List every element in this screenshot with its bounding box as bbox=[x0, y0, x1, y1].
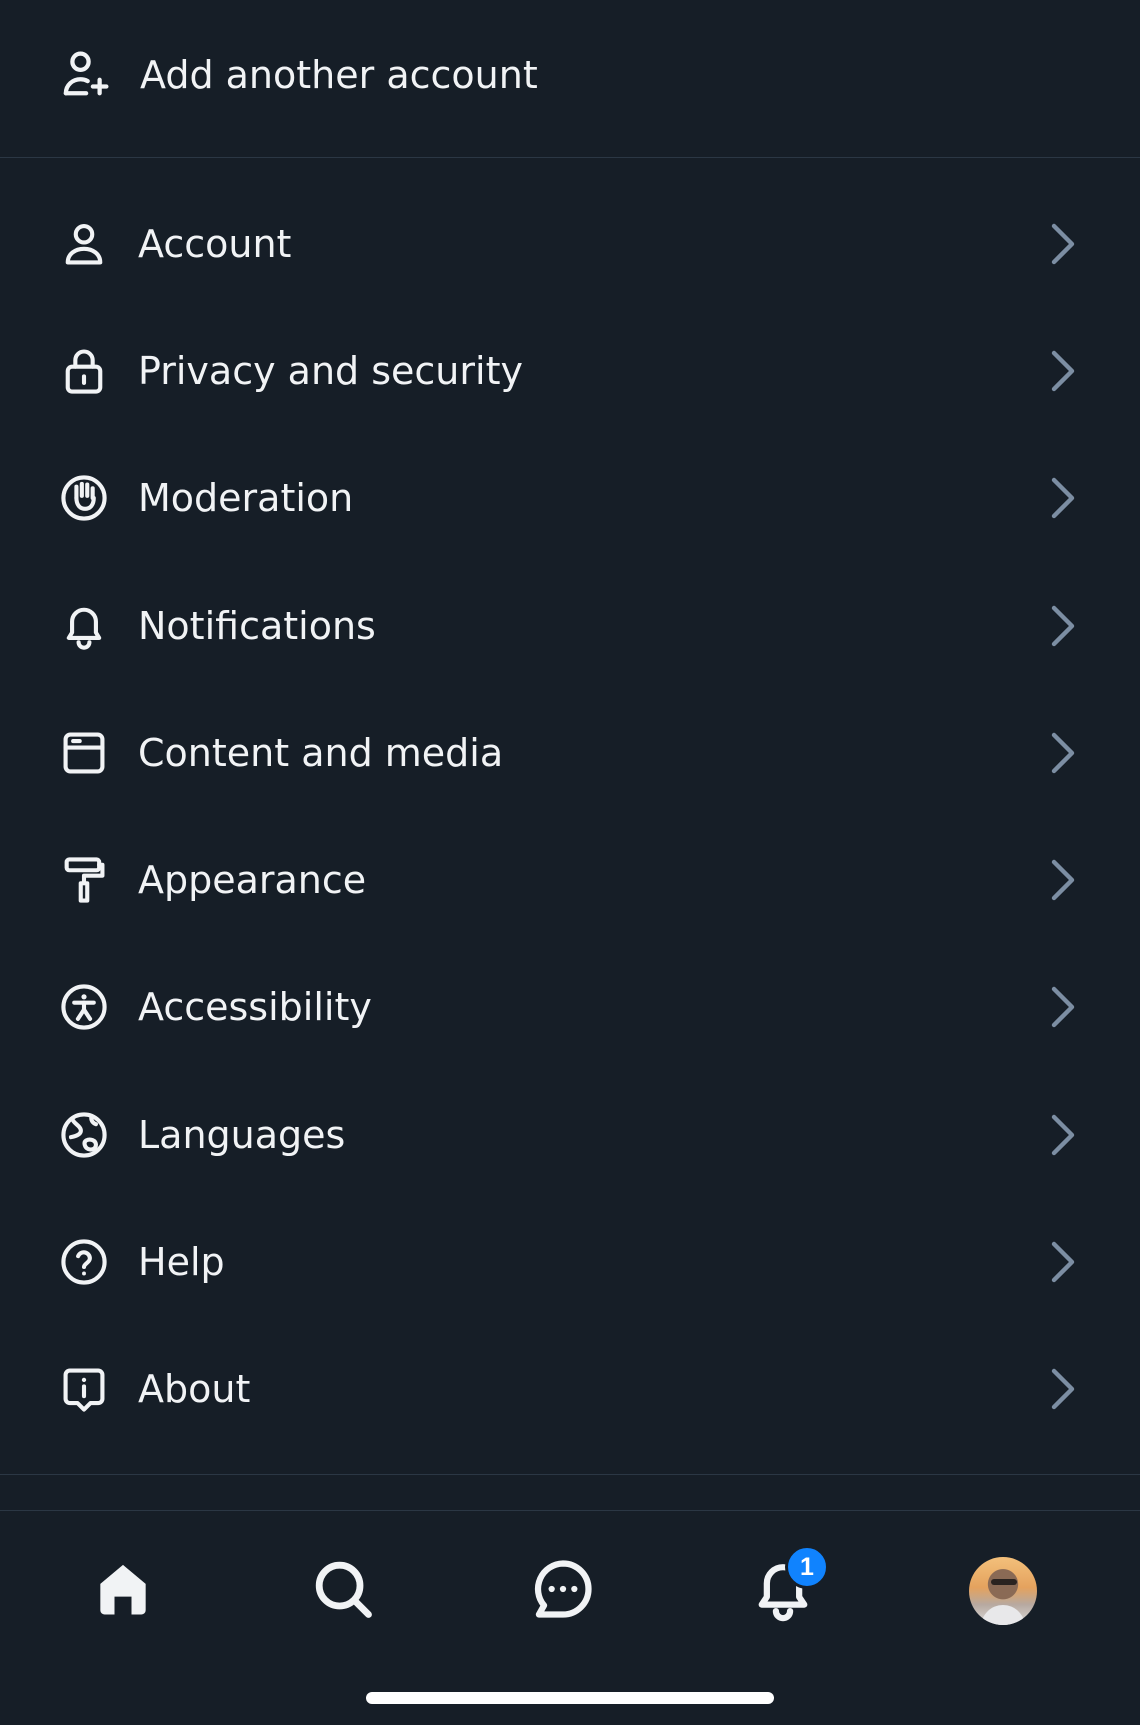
menu-item-label: Accessibility bbox=[138, 985, 372, 1030]
menu-item-appearance[interactable]: Appearance bbox=[0, 816, 1140, 943]
chevron-right-icon bbox=[1046, 1240, 1078, 1284]
question-circle-icon bbox=[58, 1236, 110, 1288]
chat-bubble-icon bbox=[529, 1555, 597, 1627]
add-another-account-label: Add another account bbox=[140, 52, 538, 97]
menu-item-help[interactable]: Help bbox=[0, 1198, 1140, 1325]
tab-profile[interactable] bbox=[963, 1551, 1043, 1631]
menu-item-label: Appearance bbox=[138, 858, 367, 903]
menu-divider bbox=[0, 1474, 1140, 1475]
menu-item-account[interactable]: Account bbox=[0, 180, 1140, 307]
chevron-right-icon bbox=[1046, 349, 1078, 393]
home-indicator[interactable] bbox=[366, 1692, 774, 1704]
bell-icon bbox=[58, 600, 110, 652]
info-bubble-icon bbox=[58, 1363, 110, 1415]
avatar-shirt bbox=[981, 1605, 1025, 1625]
globe-icon bbox=[58, 1109, 110, 1161]
menu-item-privacy-and-security[interactable]: Privacy and security bbox=[0, 307, 1140, 434]
menu-item-label: About bbox=[138, 1367, 251, 1412]
chevron-right-icon bbox=[1046, 1113, 1078, 1157]
menu-item-label: Moderation bbox=[138, 476, 354, 521]
accessibility-icon bbox=[58, 981, 110, 1033]
chevron-right-icon bbox=[1046, 604, 1078, 648]
settings-menu: Account Privacy and security Moderation bbox=[0, 180, 1140, 1453]
menu-item-notifications[interactable]: Notifications bbox=[0, 562, 1140, 689]
notification-badge: 1 bbox=[785, 1545, 829, 1589]
add-another-account-row[interactable]: Add another account bbox=[0, 0, 1140, 158]
user-plus-icon bbox=[58, 46, 112, 104]
tab-search[interactable] bbox=[303, 1551, 383, 1631]
menu-item-label: Help bbox=[138, 1240, 225, 1285]
home-icon bbox=[89, 1555, 157, 1627]
menu-item-about[interactable]: About bbox=[0, 1326, 1140, 1453]
chevron-right-icon bbox=[1046, 476, 1078, 520]
chevron-right-icon bbox=[1046, 858, 1078, 902]
lock-icon bbox=[58, 345, 110, 397]
chevron-right-icon bbox=[1046, 222, 1078, 266]
menu-item-accessibility[interactable]: Accessibility bbox=[0, 944, 1140, 1071]
menu-item-label: Languages bbox=[138, 1112, 346, 1157]
menu-item-label: Content and media bbox=[138, 730, 504, 775]
paint-roller-icon bbox=[58, 854, 110, 906]
menu-item-label: Privacy and security bbox=[138, 348, 523, 393]
browser-window-icon bbox=[58, 727, 110, 779]
search-icon bbox=[309, 1555, 377, 1627]
tab-notifications[interactable]: 1 bbox=[743, 1545, 829, 1631]
avatar bbox=[969, 1557, 1037, 1625]
menu-item-languages[interactable]: Languages bbox=[0, 1071, 1140, 1198]
hand-icon bbox=[58, 472, 110, 524]
menu-item-label: Notifications bbox=[138, 603, 376, 648]
chevron-right-icon bbox=[1046, 731, 1078, 775]
menu-item-content-and-media[interactable]: Content and media bbox=[0, 689, 1140, 816]
chevron-right-icon bbox=[1046, 1367, 1078, 1411]
tab-chat[interactable] bbox=[523, 1551, 603, 1631]
chevron-right-icon bbox=[1046, 985, 1078, 1029]
menu-item-moderation[interactable]: Moderation bbox=[0, 435, 1140, 562]
menu-item-label: Account bbox=[138, 221, 292, 266]
avatar-glasses bbox=[991, 1579, 1017, 1585]
tab-home[interactable] bbox=[83, 1551, 163, 1631]
person-icon bbox=[58, 218, 110, 270]
